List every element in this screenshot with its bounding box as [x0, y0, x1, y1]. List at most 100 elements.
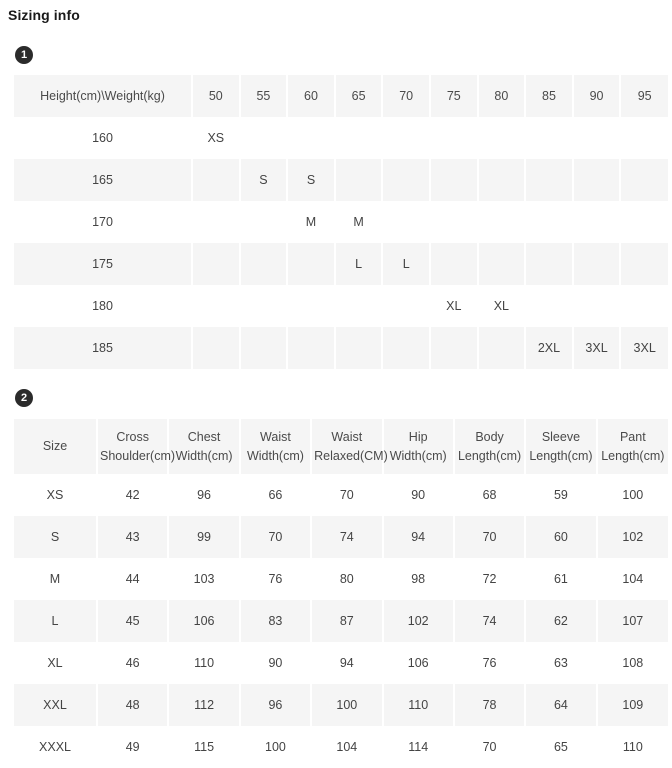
size-grid-cell-empty [477, 243, 527, 285]
size-grid-cell-filled: XS [192, 117, 241, 159]
size-grid-cell-filled: 3XL [572, 327, 622, 369]
measurement-value: 102 [382, 600, 455, 642]
size-grid-cell-filled: L [382, 243, 431, 285]
measurement-size-label: XL [14, 642, 98, 684]
size-grid-cell-empty [477, 159, 527, 201]
measurement-value: 65 [525, 726, 598, 768]
measurement-value: 44 [97, 558, 170, 600]
section-badge-1: 1 [15, 46, 33, 64]
size-grid-cell-empty [334, 285, 384, 327]
measurement-column-header: Cross Shoulder(cm) [97, 419, 175, 474]
size-grid-cell-filled: XL [429, 285, 479, 327]
measurement-value: 90 [382, 474, 455, 516]
height-row-header: 170 [14, 201, 193, 243]
size-grid-cell-empty [382, 327, 431, 369]
measurement-value: 110 [168, 642, 241, 684]
section-badge-2: 2 [15, 389, 33, 407]
measurement-value: 96 [239, 684, 313, 726]
size-grid-cell-empty [620, 159, 668, 201]
size-grid-cell-empty [620, 285, 668, 327]
size-grid-cell-empty [239, 285, 289, 327]
size-grid-cell-empty [192, 285, 241, 327]
size-grid-cell-empty [525, 117, 574, 159]
measurement-value: 94 [311, 642, 384, 684]
size-grid-cell-empty [192, 243, 241, 285]
size-grid-cell-filled: S [287, 159, 336, 201]
measurement-body: XS 42 96 66 70 90 68 59 100 S 43 99 70 74 94 70 60 102 M 44… [14, 474, 668, 768]
measurement-value: 43 [97, 516, 170, 558]
size-grid-cell-filled: 3XL [620, 327, 668, 369]
weight-column-header: 65 [334, 75, 384, 117]
size-grid-row: 180 XL XL [14, 285, 668, 327]
height-row-header: 175 [14, 243, 193, 285]
weight-column-header: 75 [429, 75, 479, 117]
size-grid-cell-filled: L [334, 243, 384, 285]
measurement-value: 76 [239, 558, 313, 600]
size-grid-cell-empty [620, 201, 668, 243]
measurement-value: 78 [453, 684, 527, 726]
measurement-value: 72 [453, 558, 527, 600]
size-grid-cell-empty [477, 117, 527, 159]
size-grid-row: 175 L L [14, 243, 668, 285]
measurement-value: 64 [525, 684, 598, 726]
size-grid-corner-label: Height(cm)\Weight(kg) [14, 75, 193, 117]
measurement-value: 60 [525, 516, 598, 558]
size-grid-cell-empty [192, 327, 241, 369]
measurement-column-header: Sleeve Length(cm) [525, 419, 598, 474]
measurement-value: 70 [311, 474, 384, 516]
measurement-header-row: Size Cross Shoulder(cm) Chest Width(cm) Wai… [14, 419, 668, 474]
measurement-value: 68 [453, 474, 527, 516]
size-grid-cell-empty [382, 285, 431, 327]
size-grid-header-row: Height(cm)\Weight(kg) 50 55 60 65 70 75 80 85 90… [14, 75, 668, 117]
size-grid-row: 160 XS [14, 117, 668, 159]
size-grid-header: Height(cm)\Weight(kg) 50 55 60 65 70 75 80 85 90… [14, 75, 668, 117]
measurement-table: Size Cross Shoulder(cm) Chest Width(cm) Wai… [14, 419, 668, 768]
weight-column-header: 55 [239, 75, 289, 117]
size-grid-cell-empty [192, 201, 241, 243]
measurement-value: 104 [311, 726, 384, 768]
size-grid-cell-filled: M [287, 201, 336, 243]
size-grid-cell-empty [525, 201, 574, 243]
measurement-column-header: Size [14, 419, 98, 474]
measurement-value: 112 [168, 684, 241, 726]
measurement-size-label: XS [14, 474, 98, 516]
size-grid-cell-empty [620, 117, 668, 159]
size-grid-cell-empty [287, 117, 336, 159]
size-grid-table: Height(cm)\Weight(kg) 50 55 60 65 70 75 80 85 90… [14, 75, 668, 369]
weight-column-header: 95 [620, 75, 668, 117]
size-grid-cell-empty [572, 201, 622, 243]
measurement-value: 99 [168, 516, 241, 558]
measurement-column-header: Chest Width(cm) [168, 419, 241, 474]
size-grid-cell-empty [477, 327, 527, 369]
measurement-value: 62 [525, 600, 598, 642]
measurement-size-label: XXXL [14, 726, 98, 768]
measurement-header: Size Cross Shoulder(cm) Chest Width(cm) Wai… [14, 419, 668, 474]
size-grid-cell-empty [382, 159, 431, 201]
measurement-value: 114 [382, 726, 455, 768]
size-grid-cell-empty [382, 201, 431, 243]
size-grid-cell-empty [192, 159, 241, 201]
height-row-header: 165 [14, 159, 193, 201]
measurement-row: XL 46 110 90 94 106 76 63 108 [14, 642, 668, 684]
size-grid-cell-empty [572, 285, 622, 327]
measurement-value: 48 [97, 684, 170, 726]
measurement-value: 94 [382, 516, 455, 558]
size-grid-cell-empty [429, 243, 479, 285]
size-grid-cell-empty [429, 159, 479, 201]
weight-column-header: 60 [287, 75, 336, 117]
measurement-value: 103 [168, 558, 241, 600]
measurement-value: 80 [311, 558, 384, 600]
measurement-value: 63 [525, 642, 598, 684]
size-grid-cell-empty [334, 327, 384, 369]
size-grid-cell-empty [525, 285, 574, 327]
size-grid-cell-filled: S [239, 159, 289, 201]
measurement-value: 46 [97, 642, 170, 684]
height-row-header: 185 [14, 327, 193, 369]
measurement-row: S 43 99 70 74 94 70 60 102 [14, 516, 668, 558]
measurement-value: 45 [97, 600, 170, 642]
size-grid-cell-empty [572, 117, 622, 159]
weight-column-header: 50 [192, 75, 241, 117]
measurement-value: 76 [453, 642, 527, 684]
measurement-row: XXXL 49 115 100 104 114 70 65 110 [14, 726, 668, 768]
weight-column-header: 90 [572, 75, 622, 117]
